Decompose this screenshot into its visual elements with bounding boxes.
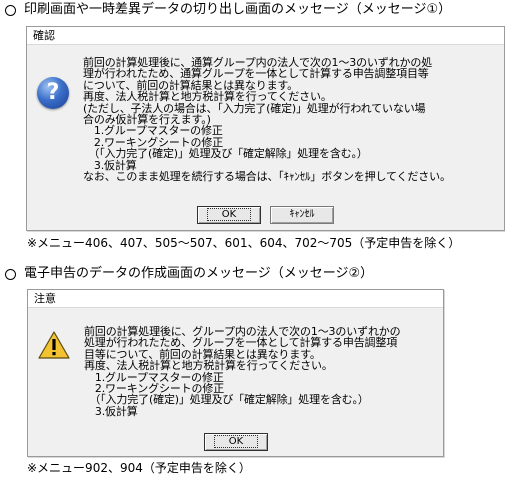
ok-button-label: OK (206, 208, 252, 221)
ok-button[interactable]: OK (204, 433, 268, 451)
message-line: 再度、法人税計算と地方税計算を行ってください。 (84, 359, 333, 373)
message-line: 3.仮計算 (84, 404, 138, 418)
dialog-message: 前回の計算処理後に、グループ内の法人で次の1～3のいずれかの 処理が行われたため、… (84, 326, 401, 418)
dialog-titlebar: 確認 (27, 27, 504, 45)
warning-icon (38, 331, 70, 359)
section2-heading: 電子申告のデータの作成画面のメッセージ（メッセージ②） (3, 266, 373, 282)
section1-heading: 印刷画面や一時差異データの切り出し画面のメッセージ（メッセージ①） (3, 2, 451, 18)
message-line: なお、このまま処理を続行する場合は、「ｷｬﾝｾﾙ」ボタンを押してください。 (83, 170, 451, 184)
confirm-dialog: 確認 ? 前回の計算処理後に、通算グループ内の法人で次の1～3のいずれかの処 理が… (26, 26, 505, 231)
message-line: （「入力完了(確定)」処理及び「確定解除」処理を含む。） (83, 147, 368, 161)
dialog-message: 前回の計算処理後に、通算グループ内の法人で次の1～3のいずれかの処 理が行われたた… (83, 57, 451, 184)
question-icon: ? (37, 77, 69, 109)
cancel-button[interactable]: ｷｬﾝｾﾙ (270, 206, 334, 224)
bullet-circle-icon (5, 4, 16, 16)
section2-heading-text: 電子申告のデータの作成画面のメッセージ（メッセージ②） (24, 266, 374, 281)
message-line: 再度、法人税計算と地方税計算を行ってください。 (83, 90, 332, 104)
bullet-circle-icon (5, 268, 16, 280)
section1-heading-text: 印刷画面や一時差異データの切り出し画面のメッセージ（メッセージ①） (24, 2, 452, 17)
cancel-button-label: ｷｬﾝｾﾙ (289, 209, 315, 220)
ok-button[interactable]: OK (197, 206, 261, 224)
section2-note: ※メニュー902、904（予定申告を除く） (27, 461, 251, 475)
dialog-titlebar: 注意 (28, 290, 443, 308)
ok-button-label: OK (213, 435, 259, 448)
warning-dialog: 注意 前回の計算処理後に、グループ内の法人で次の1～3のいずれかの 処理が行われた… (27, 289, 444, 457)
section1-note: ※メニュー406、407、505～507、601、604、702～705（予定申… (27, 236, 461, 250)
